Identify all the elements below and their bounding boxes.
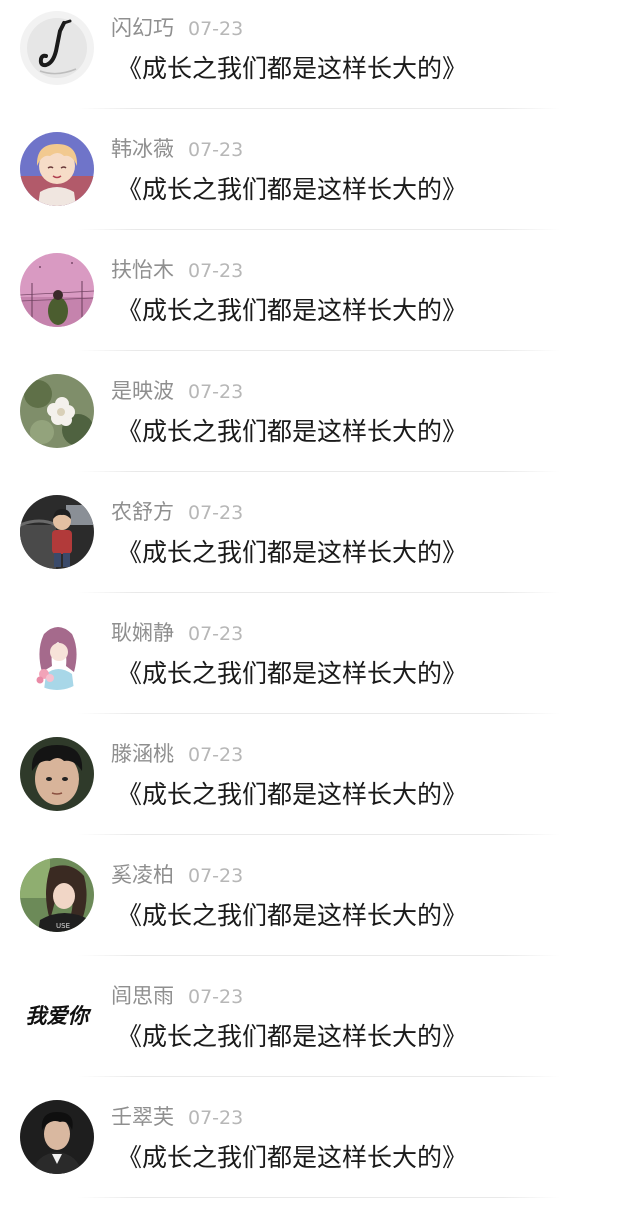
divider [78,955,560,956]
comment-item[interactable]: 闪幻巧 07-23 《成长之我们都是这样长大的》 [0,0,640,121]
svg-text:USE: USE [56,922,70,930]
handwriting-avatar-icon: 我爱你 [20,979,94,1053]
comment-header: 闾思雨 07-23 [111,982,243,1010]
comment-date: 07-23 [188,139,244,161]
comment-text: 《成长之我们都是这样长大的》 [117,175,468,204]
comment-item[interactable]: 耿娴静 07-23 《成长之我们都是这样长大的》 [0,605,640,726]
comment-item[interactable]: 我爱你 闾思雨 07-23 《成长之我们都是这样长大的》 [0,968,640,1089]
comment-date: 07-23 [188,744,244,766]
comment-date: 07-23 [188,623,244,645]
divider [78,834,560,835]
avatar[interactable] [20,374,94,448]
avatar[interactable] [20,11,94,85]
divider [78,1076,560,1077]
comment-item[interactable]: 农舒方 07-23 《成长之我们都是这样长大的》 [0,484,640,605]
comment-header: 是映波 07-23 [111,377,243,405]
username[interactable]: 韩冰薇 [111,137,174,161]
comment-text: 《成长之我们都是这样长大的》 [117,901,468,930]
comment-date: 07-23 [188,986,244,1008]
comment-text: 《成长之我们都是这样长大的》 [117,417,468,446]
illustrated-girl-avatar-icon [20,616,94,690]
avatar[interactable] [20,737,94,811]
saxophone-avatar-icon [20,11,94,85]
comment-date: 07-23 [188,381,244,403]
svg-text:我爱你: 我爱你 [26,1003,93,1028]
comment-date: 07-23 [188,1107,244,1129]
comment-header: 壬翠芙 07-23 [111,1103,243,1131]
anime-boy-avatar-icon [20,132,94,206]
comment-text: 《成长之我们都是这样长大的》 [117,780,468,809]
man-portrait-avatar-icon [20,1100,94,1174]
comment-text: 《成长之我们都是这样长大的》 [117,1143,468,1172]
comment-date: 07-23 [188,260,244,282]
comment-item[interactable]: 滕涵桃 07-23 《成长之我们都是这样长大的》 [0,726,640,847]
divider [78,1197,560,1198]
child-car-avatar-icon [20,495,94,569]
comment-header: 奚凌柏 07-23 [111,861,243,889]
comment-item[interactable]: 是映波 07-23 《成长之我们都是这样长大的》 [0,363,640,484]
divider [78,471,560,472]
divider [78,350,560,351]
avatar[interactable]: USE [20,858,94,932]
avatar[interactable]: 我爱你 [20,979,94,1053]
girl-selfie-avatar-icon: USE [20,858,94,932]
comment-text: 《成长之我们都是这样长大的》 [117,1022,468,1051]
avatar[interactable] [20,495,94,569]
divider [78,713,560,714]
pink-sky-avatar-icon [20,253,94,327]
comment-header: 韩冰薇 07-23 [111,135,243,163]
username[interactable]: 耿娴静 [111,621,174,645]
comment-text: 《成长之我们都是这样长大的》 [117,538,468,567]
comment-list: 闪幻巧 07-23 《成长之我们都是这样长大的》 韩冰薇 07-23 《成长之我们都… [0,0,640,1203]
username[interactable]: 奚凌柏 [111,863,174,887]
comment-header: 农舒方 07-23 [111,498,243,526]
comment-text: 《成长之我们都是这样长大的》 [117,659,468,688]
username[interactable]: 扶怡木 [111,258,174,282]
username[interactable]: 壬翠芙 [111,1105,174,1129]
username[interactable]: 闪幻巧 [111,16,174,40]
comment-date: 07-23 [188,865,244,887]
divider [78,592,560,593]
username[interactable]: 滕涵桃 [111,742,174,766]
comment-date: 07-23 [188,502,244,524]
comment-header: 耿娴静 07-23 [111,619,243,647]
avatar[interactable] [20,132,94,206]
divider [78,108,560,109]
username[interactable]: 是映波 [111,379,174,403]
comment-header: 闪幻巧 07-23 [111,14,243,42]
comment-item[interactable]: 壬翠芙 07-23 《成长之我们都是这样长大的》 [0,1089,640,1210]
comment-item[interactable]: 扶怡木 07-23 《成长之我们都是这样长大的》 [0,242,640,363]
comment-header: 扶怡木 07-23 [111,256,243,284]
avatar[interactable] [20,616,94,690]
comment-text: 《成长之我们都是这样长大的》 [117,54,468,83]
comment-text: 《成长之我们都是这样长大的》 [117,296,468,325]
flower-avatar-icon [20,374,94,448]
comment-header: 滕涵桃 07-23 [111,740,243,768]
avatar[interactable] [20,253,94,327]
divider [78,229,560,230]
boy-face-avatar-icon [20,737,94,811]
username[interactable]: 闾思雨 [111,984,174,1008]
comment-item[interactable]: USE 奚凌柏 07-23 《成长之我们都是这样长大的》 [0,847,640,968]
username[interactable]: 农舒方 [111,500,174,524]
comment-date: 07-23 [188,18,244,40]
comment-item[interactable]: 韩冰薇 07-23 《成长之我们都是这样长大的》 [0,121,640,242]
avatar[interactable] [20,1100,94,1174]
